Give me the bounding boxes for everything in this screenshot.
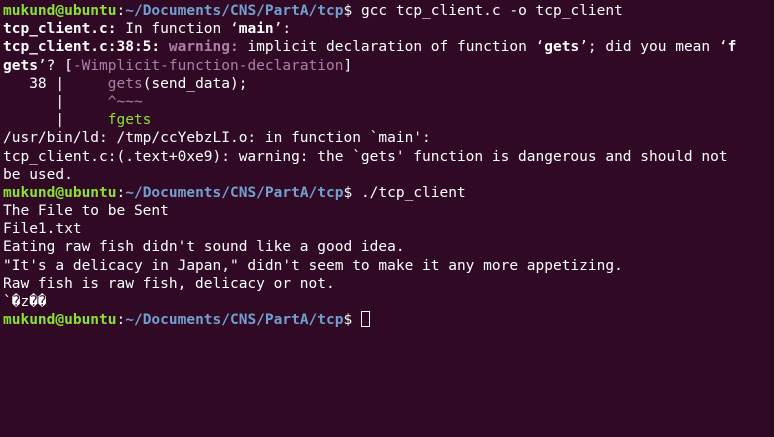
quote-close: ’ <box>37 57 47 74</box>
prompt-path: ~/Documents/CNS/PartA/tcp <box>125 184 344 201</box>
quote-open: ‘ <box>535 39 545 56</box>
output-line: The File to be Sent <box>3 202 774 220</box>
terminal-line-gcc-command: mukund@ubuntu:~/Documents/CNS/PartA/tcp$… <box>3 2 774 20</box>
prompt-colon: : <box>116 3 126 19</box>
prompt-dollar: $ <box>343 3 361 19</box>
source-gutter: 38 | <box>3 75 108 92</box>
output-text: Raw fish is raw fish, delicacy or not. <box>3 275 335 292</box>
output-text: "It's a delicacy in Japan," didn't seem … <box>3 257 623 274</box>
compiler-caret-line: | ^~~~ <box>3 93 774 111</box>
warning-flag: -Wimplicit-function-declaration <box>72 57 344 74</box>
prompt-colon: : <box>116 312 126 329</box>
terminal-window[interactable]: mukund@ubuntu:~/Documents/CNS/PartA/tcp$… <box>0 0 774 437</box>
linker-warning-line: tcp_client.c:(.text+0xe9): warning: the … <box>3 148 774 166</box>
warning-location: tcp_client.c:38:5: <box>3 39 161 56</box>
output-text: File1.txt <box>3 221 82 238</box>
warning-q: ? [ <box>46 57 73 74</box>
output-line: "It's a delicacy in Japan," didn't seem … <box>3 257 774 275</box>
fixit-gutter: | <box>3 112 108 129</box>
compiler-fixit-line: | fgets <box>3 111 774 129</box>
warning-function: gets <box>544 39 580 56</box>
output-line: Eating raw fish didn't sound like a good… <box>3 238 774 256</box>
prompt-dollar: $ <box>343 312 361 329</box>
quote-open: ‘ <box>718 39 728 56</box>
prompt-colon: : <box>116 184 126 201</box>
command-text: ./tcp_client <box>360 184 466 201</box>
warning-label: warning: <box>160 39 239 56</box>
compiler-line-warning: tcp_client.c:38:5: warning: implicit dec… <box>3 38 774 56</box>
compiler-line-warning-cont: gets’? [-Wimplicit-function-declaration] <box>3 57 774 75</box>
suggestion-rest: gets <box>3 57 38 74</box>
prompt-path: ~/Documents/CNS/PartA/tcp <box>125 312 344 329</box>
warning-text: implicit declaration of function <box>238 39 536 56</box>
compiler-file: tcp_client.c: <box>3 21 117 38</box>
prompt-user-host: mukund@ubuntu <box>3 184 117 201</box>
caret-marker: ^~~~ <box>107 93 143 110</box>
linker-warning-cont: be used. <box>3 166 774 184</box>
prompt-user-host: mukund@ubuntu <box>3 3 117 19</box>
linker-line: /usr/bin/ld: /tmp/ccYebzLI.o: in functio… <box>3 129 774 147</box>
text-cursor <box>360 311 370 328</box>
output-text: Eating raw fish didn't sound like a good… <box>3 239 405 256</box>
warning-suggest-text: ; did you mean <box>587 39 719 56</box>
compiler-line-in-function: tcp_client.c: In function ‘main’: <box>3 20 774 38</box>
output-line: Raw fish is raw fish, delicacy or not. <box>3 275 774 293</box>
quote-close: ’ <box>579 39 588 56</box>
fixit-suggestion: fgets <box>107 112 152 129</box>
suggestion-start: f <box>727 39 737 56</box>
prompt-path: ~/Documents/CNS/PartA/tcp <box>125 3 344 19</box>
quote-close: ’: <box>273 21 292 38</box>
linker-warning-text: tcp_client.c:(.text+0xe9): warning: the … <box>3 148 728 165</box>
output-line: `�z�� <box>3 293 774 311</box>
quote-open: ‘ <box>230 21 239 38</box>
source-code: (send_data); <box>142 75 248 92</box>
output-text: The File to be Sent <box>3 203 169 220</box>
terminal-line-run-command: mukund@ubuntu:~/Documents/CNS/PartA/tcp$… <box>3 184 774 202</box>
compiler-source-line: 38 | gets(send_data); <box>3 75 774 93</box>
bracket-close: ] <box>343 57 353 74</box>
output-line: File1.txt <box>3 220 774 238</box>
compiler-text: In function <box>116 21 230 38</box>
terminal-line-active-prompt[interactable]: mukund@ubuntu:~/Documents/CNS/PartA/tcp$ <box>3 311 774 329</box>
linker-text: /usr/bin/ld: /tmp/ccYebzLI.o: in functio… <box>3 130 431 147</box>
caret-gutter: | <box>3 93 108 110</box>
function-name: main <box>238 21 274 38</box>
command-text: gcc tcp_client.c -o tcp_client <box>360 3 623 19</box>
linker-warning-cont-text: be used. <box>3 166 73 183</box>
output-text: `�z�� <box>3 294 47 310</box>
source-highlight: gets <box>107 75 143 92</box>
prompt-dollar: $ <box>343 184 361 201</box>
prompt-user-host: mukund@ubuntu <box>3 312 117 329</box>
